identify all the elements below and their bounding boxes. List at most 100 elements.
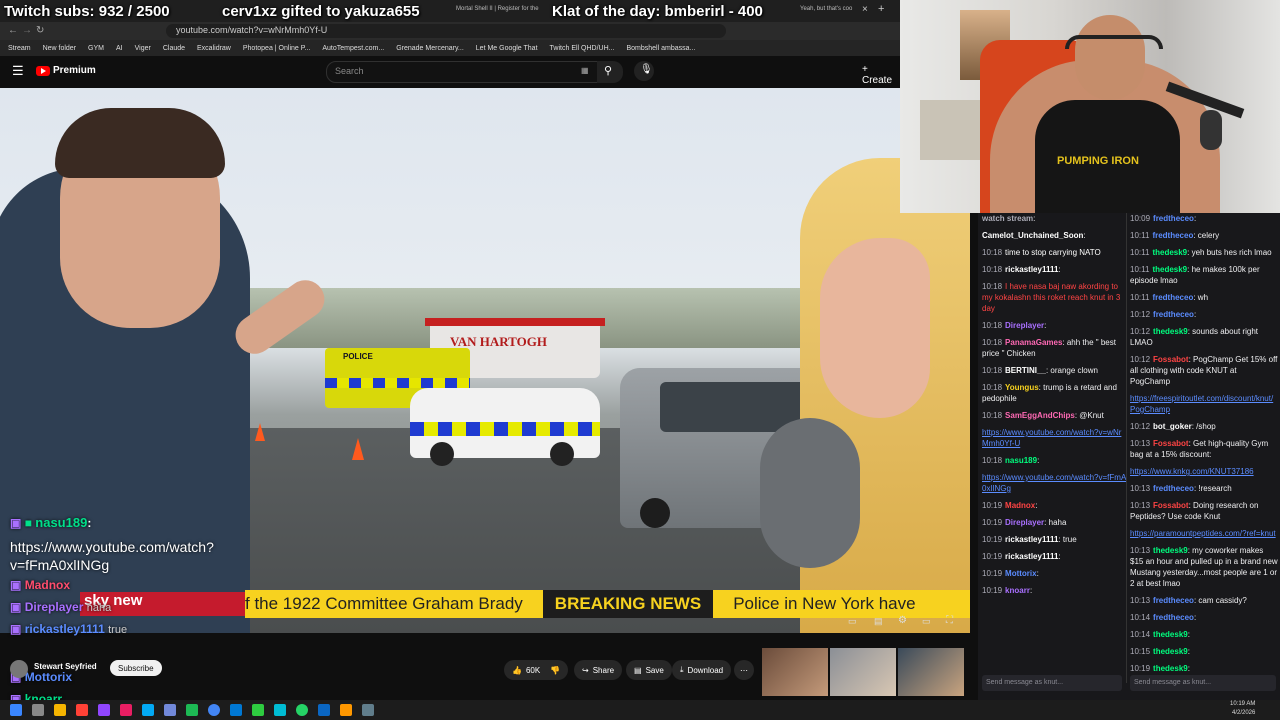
bookmark-item[interactable]: Stream <box>8 45 31 52</box>
bookmark-item[interactable]: Bombshell ambassa... <box>626 45 695 52</box>
create-button[interactable]: + Create <box>862 64 900 86</box>
url-field[interactable]: youtube.com/watch?v=wNrMmh0Yf-U <box>166 24 726 38</box>
chat-username[interactable]: Youngus <box>1005 383 1039 392</box>
chat-username[interactable]: rickastley1111 <box>1005 265 1058 274</box>
chat-username[interactable]: thedesk9 <box>1153 647 1188 656</box>
reload-icon[interactable]: ↻ <box>36 25 44 36</box>
bookmark-item[interactable]: AutoTempest.com... <box>322 45 384 52</box>
back-icon[interactable]: ← <box>8 25 18 36</box>
chat-username[interactable]: thedesk9 <box>1153 664 1188 673</box>
thumbs-down-icon[interactable]: 👎 <box>550 666 560 675</box>
chat-input-right[interactable]: Send message as knut... <box>1130 675 1276 691</box>
more-actions-button[interactable]: ⋯ <box>734 660 754 680</box>
app-icon[interactable] <box>274 704 286 716</box>
suggested-video-thumbnail[interactable] <box>898 648 964 696</box>
browser-tab[interactable]: Yeah, but that's coo <box>800 6 852 12</box>
search-input[interactable]: Search ▦ <box>326 61 598 83</box>
theater-icon[interactable]: ▭ <box>922 616 931 627</box>
search-icon[interactable] <box>32 704 44 716</box>
bookmark-item[interactable]: Let Me Google That <box>476 45 538 52</box>
chat-username[interactable]: Madnox <box>1005 501 1035 510</box>
app-icon[interactable] <box>230 704 242 716</box>
app-icon[interactable] <box>142 704 154 716</box>
chat-username[interactable]: rickastley1111 <box>1005 552 1058 561</box>
chat-username[interactable]: thedesk9 <box>1152 265 1187 274</box>
chat-username[interactable]: Direplayer <box>1005 321 1044 330</box>
chat-link[interactable]: https://paramountpeptides.com/?ref=knut <box>1130 529 1276 538</box>
chat-username[interactable]: fredtheceo <box>1153 484 1194 493</box>
chat-username[interactable]: fredtheceo <box>1153 214 1194 223</box>
miniplayer-icon[interactable]: ▭ <box>848 616 857 627</box>
chat-username[interactable]: Fossabot <box>1153 501 1189 510</box>
bookmark-item[interactable]: Excalidraw <box>197 45 231 52</box>
chat-username[interactable]: fredtheceo <box>1152 293 1193 302</box>
chat-username[interactable]: Mottorix <box>1005 569 1037 578</box>
search-button[interactable]: ⚲ <box>597 61 623 83</box>
fullscreen-icon[interactable]: ⛶ <box>946 615 953 626</box>
subscribe-button[interactable]: Subscribe <box>110 660 162 676</box>
settings-icon[interactable]: ⚙ <box>898 615 907 626</box>
like-button[interactable]: 👍 60K 👎 <box>504 660 569 680</box>
youtube-logo-icon[interactable] <box>36 66 50 76</box>
bookmark-item[interactable]: AI <box>116 45 123 52</box>
chat-username[interactable]: rickastley1111 <box>1005 535 1058 544</box>
channel-avatar[interactable] <box>10 660 28 678</box>
voice-search-button[interactable]: 🎙 <box>634 61 654 81</box>
menu-icon[interactable]: ☰ <box>12 63 24 79</box>
whatsapp-icon[interactable] <box>296 704 308 716</box>
chat-username[interactable]: PanamaGames <box>1005 338 1062 347</box>
chat-username[interactable]: bot_goker <box>1153 422 1192 431</box>
suggested-video-thumbnail[interactable] <box>762 648 828 696</box>
chat-username[interactable]: knoarr <box>1005 586 1030 595</box>
bookmark-item[interactable]: Twitch Ell QHD/UH... <box>550 45 615 52</box>
chat-username[interactable]: SamEggAndChips <box>1005 411 1075 420</box>
chat-username[interactable]: thedesk9 <box>1153 630 1188 639</box>
start-icon[interactable] <box>10 704 22 716</box>
chat-username[interactable]: fredtheceo <box>1152 231 1193 240</box>
bookmark-item[interactable]: Viger <box>135 45 151 52</box>
chat-username[interactable]: fredtheceo <box>1153 596 1194 605</box>
new-tab-icon[interactable]: + <box>878 3 884 15</box>
download-button[interactable]: ⤓ Download <box>672 660 732 680</box>
save-button[interactable]: ▤ Save <box>626 660 672 680</box>
chat-input-left[interactable]: Send message as knut... <box>982 675 1122 691</box>
bookmark-item[interactable]: Grenade Mercenary... <box>396 45 464 52</box>
chat-link[interactable]: https://www.youtube.com/watch?v=wNrMmh0Y… <box>982 428 1121 448</box>
app-icon[interactable] <box>318 704 330 716</box>
chat-username[interactable]: thedesk9 <box>1152 248 1187 257</box>
bookmark-item[interactable]: Claude <box>163 45 185 52</box>
app-icon[interactable] <box>76 704 88 716</box>
bookmark-item[interactable]: Photopea | Online P... <box>243 45 310 52</box>
share-button[interactable]: ↪ Share <box>574 660 623 680</box>
chrome-icon[interactable] <box>208 704 220 716</box>
chat-username[interactable]: watch stream <box>982 214 1033 223</box>
chat-username[interactable]: fredtheceo <box>1153 613 1194 622</box>
chat-link[interactable]: https://freespiritoutlet.com/discount/kn… <box>1130 394 1273 414</box>
chat-username[interactable]: thedesk9 <box>1153 327 1188 336</box>
chat-link[interactable]: https://www.youtube.com/watch?v=fFmA0xlI… <box>982 473 1126 493</box>
app-icon[interactable] <box>340 704 352 716</box>
app-icon[interactable] <box>120 704 132 716</box>
chat-username[interactable]: BERTINI__ <box>1005 366 1046 375</box>
app-icon[interactable] <box>362 704 374 716</box>
app-icon[interactable] <box>252 704 264 716</box>
file-explorer-icon[interactable] <box>54 704 66 716</box>
channel-name[interactable]: Stewart Seyfried <box>34 662 97 671</box>
browser-tab[interactable]: Mortal Shell II | Register for the <box>456 6 539 12</box>
chat-username[interactable]: Fossabot <box>1153 439 1189 448</box>
twitch-app-icon[interactable] <box>98 704 110 716</box>
chat-username[interactable]: Fossabot <box>1153 355 1189 364</box>
close-tab-icon[interactable]: × <box>862 4 868 15</box>
chat-username[interactable]: Direplayer <box>1005 518 1044 527</box>
spotify-icon[interactable] <box>186 704 198 716</box>
suggested-video-thumbnail[interactable] <box>830 648 896 696</box>
chat-username[interactable]: Camelot_Unchained_Soon <box>982 231 1083 240</box>
forward-icon[interactable]: → <box>22 25 32 36</box>
chat-link[interactable]: https://www.knkg.com/KNUT37186 <box>1130 467 1254 476</box>
chat-username[interactable]: fredtheceo <box>1153 310 1194 319</box>
discord-icon[interactable] <box>164 704 176 716</box>
bookmark-item[interactable]: New folder <box>43 45 76 52</box>
chat-username[interactable]: nasu189 <box>1005 456 1037 465</box>
chat-username[interactable]: thedesk9 <box>1153 546 1188 555</box>
subtitles-icon[interactable]: ▤ <box>874 616 883 627</box>
